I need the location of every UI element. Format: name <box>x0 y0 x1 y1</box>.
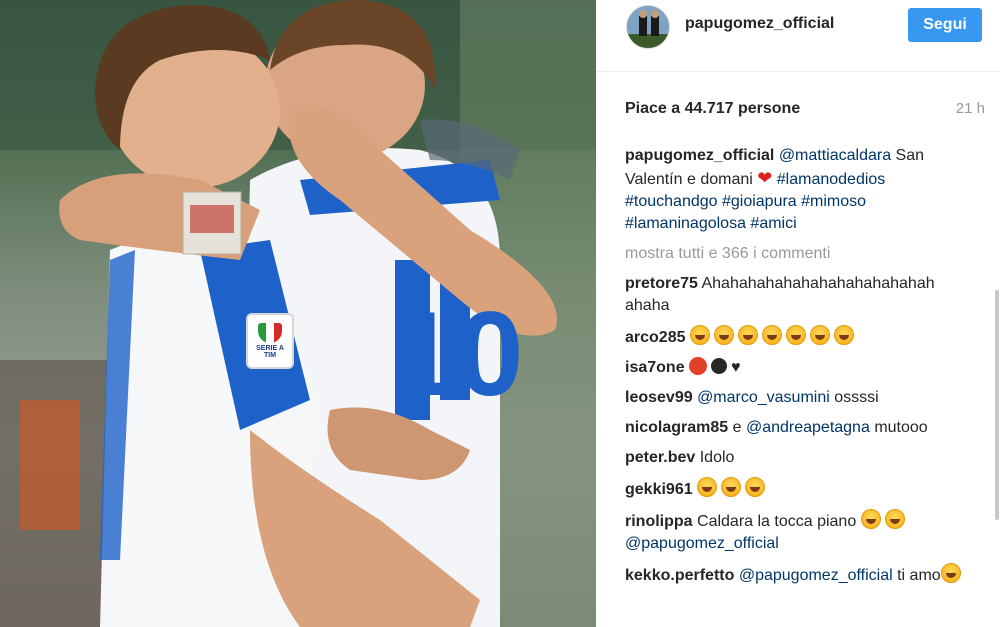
list-item: rinolippa Caldara la tocca piano @papugo… <box>625 509 970 555</box>
laughing-emoji-icon <box>737 325 758 345</box>
laughing-emoji-icon <box>689 325 710 345</box>
comment-mention[interactable]: @papugomez_official <box>739 567 893 584</box>
comment-username[interactable]: kekko.perfetto <box>625 567 734 584</box>
list-item: arco285 <box>625 325 970 349</box>
laughing-emoji-icon <box>713 325 734 345</box>
list-item: gekki961 <box>625 477 970 501</box>
comments-list[interactable]: papugomez_official @mattiacaldara San Va… <box>625 145 970 627</box>
scrollbar-thumb[interactable] <box>995 290 999 520</box>
black-heart-icon: ♥ <box>731 359 741 376</box>
laughing-emoji-icon <box>860 509 881 529</box>
caption-username[interactable]: papugomez_official <box>625 147 774 164</box>
list-item: nicolagram85 e @andreapetagna mutooo <box>625 417 970 439</box>
caption: papugomez_official @mattiacaldara San Va… <box>625 145 970 235</box>
laughing-emoji-icon <box>697 477 718 497</box>
serie-a-badge: SERIE A TIM <box>246 313 294 369</box>
comment-username[interactable]: nicolagram85 <box>625 419 728 436</box>
laughing-emoji-icon <box>745 477 766 497</box>
list-item: isa7one ♥ <box>625 357 970 379</box>
players-illustration: 10 <box>0 0 596 627</box>
likes-count[interactable]: Piace a 44.717 persone <box>625 100 800 118</box>
serie-a-shield-icon <box>258 323 282 343</box>
laughing-emoji-icon <box>833 325 854 345</box>
comment-text-2: mutooo <box>874 419 928 436</box>
comment-text: e <box>732 419 746 436</box>
view-all-comments-link[interactable]: mostra tutti e 366 i commenti <box>625 243 970 265</box>
avatar[interactable] <box>626 5 670 49</box>
follow-button[interactable]: Segui <box>908 8 982 42</box>
post-username[interactable]: papugomez_official <box>685 15 834 33</box>
list-item: peter.bev Idolo <box>625 447 970 469</box>
heart-eyes-emoji-icon <box>940 563 961 583</box>
laughing-emoji-icon <box>785 325 806 345</box>
list-item: kekko.perfetto @papugomez_official ti am… <box>625 563 970 587</box>
comment-text: ossssi <box>829 389 879 406</box>
badge-bottom-text: TIM <box>263 352 277 359</box>
laughing-emoji-icon <box>809 325 830 345</box>
comment-username[interactable]: rinolippa <box>625 513 693 530</box>
avatar-image-icon <box>627 6 669 48</box>
comment-text: Caldara la tocca piano <box>697 513 861 530</box>
list-item: leosev99 @marco_vasumini ossssi <box>625 387 970 409</box>
comments-scrollbar[interactable] <box>992 140 1000 520</box>
comment-mention[interactable]: @marco_vasumini <box>697 389 830 406</box>
likes-row: Piace a 44.717 persone 21 h <box>625 98 985 122</box>
laughing-emoji-icon <box>761 325 782 345</box>
comment-username[interactable]: pretore75 <box>625 275 698 292</box>
svg-text:10: 10 <box>390 287 523 421</box>
comment-username[interactable]: leosev99 <box>625 389 693 406</box>
comment-text: Idolo <box>699 449 735 466</box>
comment-username[interactable]: peter.bev <box>625 449 695 466</box>
red-heart-icon: ❤ <box>757 168 773 188</box>
laughing-emoji-icon <box>721 477 742 497</box>
badge-top-text: SERIE A <box>256 345 284 352</box>
comment-text: ti amo <box>892 567 941 584</box>
list-item: pretore75 Ahahahahahahahahahahahahah aha… <box>625 273 970 317</box>
laughing-emoji-icon <box>884 509 905 529</box>
comment-mention[interactable]: @andreapetagna <box>746 419 870 436</box>
comment-username[interactable]: gekki961 <box>625 481 693 498</box>
post-photo[interactable]: 10 SERIE A TIM <box>0 0 596 627</box>
post-timestamp[interactable]: 21 h <box>956 100 985 117</box>
comment-username[interactable]: isa7one <box>625 359 685 376</box>
comment-username[interactable]: arco285 <box>625 329 686 346</box>
black-circle-icon <box>711 358 728 374</box>
red-circle-icon <box>689 357 708 375</box>
post-header: papugomez_official Segui <box>596 0 1000 72</box>
caption-mention[interactable]: @mattiacaldara <box>779 147 891 164</box>
post-side-panel: papugomez_official Segui Piace a 44.717 … <box>596 0 1000 627</box>
comment-mention[interactable]: @papugomez_official <box>625 535 779 552</box>
